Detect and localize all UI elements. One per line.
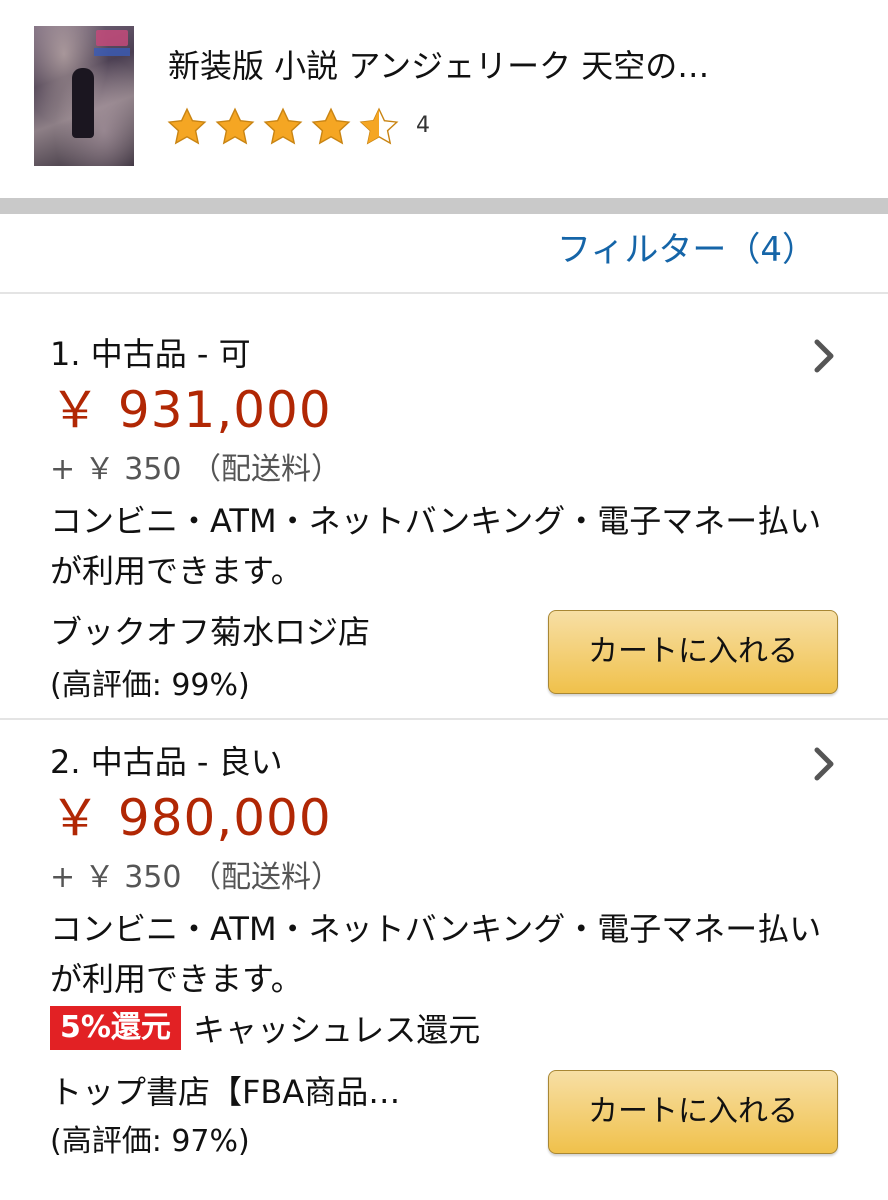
offer-item[interactable]: 2. 中古品 - 良い ￥ 980,000 + ￥ 350 （配送料） コンビニ…	[0, 722, 888, 1200]
cashback-badge: 5%還元	[50, 1006, 181, 1050]
payment-methods: コンビニ・ATM・ネットバンキング・電子マネー払いが利用できます。	[50, 502, 822, 590]
seller-rating: (高評価: 99%)	[50, 668, 250, 703]
filter-row: フィルター（4）	[0, 214, 888, 294]
offer-price: ￥ 980,000	[50, 789, 332, 847]
chevron-right-icon[interactable]	[810, 744, 838, 784]
seller-rating: (高評価: 97%)	[50, 1124, 250, 1159]
star-full-icon	[263, 107, 303, 145]
cashless-row: 5%還元 キャッシュレス還元	[50, 1006, 480, 1050]
product-header: 新装版 小説 アンジェリーク 天空の… 4	[0, 0, 888, 198]
star-rating[interactable]	[166, 104, 406, 150]
filter-link[interactable]: フィルター（4）	[557, 222, 816, 278]
add-to-cart-button[interactable]: カートに入れる	[548, 610, 838, 694]
section-divider	[0, 198, 888, 214]
seller-name[interactable]: ブックオフ菊水ロジ店	[50, 608, 370, 656]
chevron-right-icon[interactable]	[810, 336, 838, 376]
star-full-icon	[311, 107, 351, 145]
cashback-label: キャッシュレス還元	[192, 1011, 481, 1049]
book-cover-image[interactable]	[34, 26, 134, 166]
payment-methods: コンビニ・ATM・ネットバンキング・電子マネー払いが利用できます。	[50, 910, 822, 998]
offer-item[interactable]: 1. 中古品 - 可 ￥ 931,000 + ￥ 350 （配送料） コンビニ・…	[0, 296, 888, 720]
seller-name[interactable]: トップ書店【FBA商品…	[50, 1068, 400, 1116]
offer-price: ￥ 931,000	[50, 381, 332, 439]
add-to-cart-button[interactable]: カートに入れる	[548, 1070, 838, 1154]
star-full-icon	[167, 107, 207, 145]
review-count[interactable]: 4	[416, 110, 430, 142]
offer-shipping: + ￥ 350 （配送料）	[50, 860, 342, 895]
star-half-icon	[359, 107, 399, 145]
star-full-icon	[215, 107, 255, 145]
product-title[interactable]: 新装版 小説 アンジェリーク 天空の…	[168, 40, 868, 92]
offer-condition: 1. 中古品 - 可	[50, 335, 251, 373]
offer-shipping: + ￥ 350 （配送料）	[50, 452, 342, 487]
offer-condition: 2. 中古品 - 良い	[50, 743, 283, 781]
